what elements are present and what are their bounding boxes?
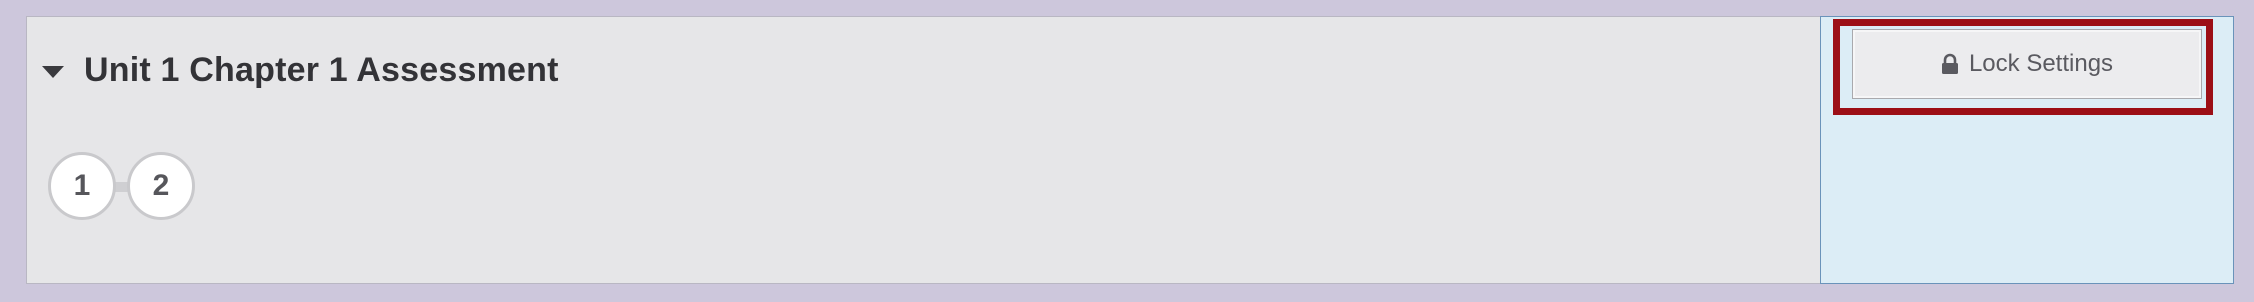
step-2[interactable]: 2 — [127, 152, 195, 220]
assessment-header[interactable]: Unit 1 Chapter 1 Assessment — [42, 40, 559, 100]
lock-settings-label: Lock Settings — [1968, 50, 2114, 77]
lock-icon — [1941, 53, 1958, 74]
caret-down-icon[interactable] — [42, 66, 64, 78]
step-indicator: 1 2 — [48, 152, 208, 222]
lock-settings-button[interactable]: Lock Settings — [1852, 29, 2202, 99]
step-1[interactable]: 1 — [48, 152, 116, 220]
assessment-title: Unit 1 Chapter 1 Assessment — [84, 50, 559, 89]
